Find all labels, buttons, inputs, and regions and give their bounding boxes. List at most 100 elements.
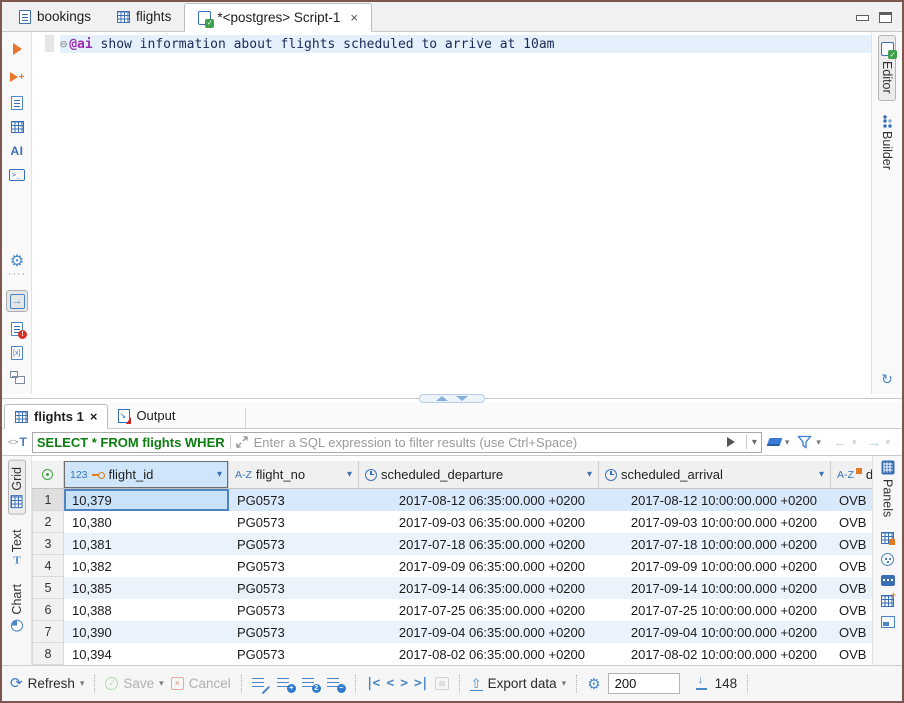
- apply-filter-icon[interactable]: [727, 437, 735, 447]
- table-row[interactable]: 510,385PG05732017-09-14 06:35:00.000 +02…: [32, 577, 872, 599]
- filter-history-caret-icon[interactable]: ▾: [752, 437, 757, 448]
- export-caret-icon[interactable]: ▾: [562, 678, 567, 689]
- expand-filter-icon[interactable]: [236, 436, 248, 448]
- row-number[interactable]: 7: [32, 621, 64, 643]
- column-header-d[interactable]: A-Zd▾: [831, 461, 872, 489]
- cell-flight_id[interactable]: 10,381: [64, 533, 229, 555]
- focus-row-button[interactable]: [435, 677, 449, 690]
- refresh-caret-icon[interactable]: ▾: [80, 678, 85, 689]
- cell-flight_id[interactable]: 10,394: [64, 643, 229, 665]
- column-header-flight_no[interactable]: A-Zflight_no▾: [229, 461, 359, 489]
- cell-d[interactable]: OVB: [831, 511, 872, 533]
- cell-flight_id[interactable]: 10,379: [64, 489, 229, 511]
- cell-flight_id[interactable]: 10,382: [64, 555, 229, 577]
- cell-flight_id[interactable]: 10,380: [64, 511, 229, 533]
- value-panel-icon[interactable]: [881, 532, 894, 544]
- tab-flights[interactable]: flights: [104, 2, 184, 31]
- column-filter-caret-icon[interactable]: ▾: [217, 469, 222, 480]
- cell-flight_no[interactable]: PG0573: [229, 621, 359, 643]
- horizontal-splitter[interactable]: [2, 394, 902, 403]
- cell-scheduled_arrival[interactable]: 2017-07-25 10:00:00.000 +0200: [599, 599, 831, 621]
- sash-up-icon[interactable]: [436, 396, 448, 401]
- close-results-tab-icon[interactable]: ×: [90, 409, 98, 424]
- execute-new-tab-button[interactable]: +: [2, 66, 32, 88]
- cell-scheduled_departure[interactable]: 2017-09-09 06:35:00.000 +0200: [359, 555, 599, 577]
- tab-grid-view[interactable]: Grid: [8, 460, 26, 515]
- cell-scheduled_arrival[interactable]: 2017-09-03 10:00:00.000 +0200: [599, 511, 831, 533]
- close-tab-icon[interactable]: ×: [350, 10, 358, 25]
- refresh-rotate-icon[interactable]: ↻: [881, 371, 893, 388]
- explain-plan-button[interactable]: [2, 366, 32, 388]
- aggregate-panel-icon[interactable]: [881, 575, 895, 586]
- cell-scheduled_arrival[interactable]: 2017-07-18 10:00:00.000 +0200: [599, 533, 831, 555]
- duplicate-row-button[interactable]: 2: [302, 677, 320, 691]
- minimize-icon[interactable]: [856, 15, 869, 21]
- cell-scheduled_departure[interactable]: 2017-09-14 06:35:00.000 +0200: [359, 577, 599, 599]
- cell-flight_id[interactable]: 10,390: [64, 621, 229, 643]
- delete-row-button[interactable]: −: [327, 677, 345, 691]
- tab-editor-vertical[interactable]: Editor: [878, 35, 896, 101]
- filter-funnel-icon[interactable]: [797, 435, 812, 449]
- cell-scheduled_departure[interactable]: 2017-09-03 06:35:00.000 +0200: [359, 511, 599, 533]
- cell-flight_no[interactable]: PG0573: [229, 533, 359, 555]
- tab-builder-vertical[interactable]: Builder: [879, 111, 895, 176]
- cell-flight_id[interactable]: 10,388: [64, 599, 229, 621]
- cell-d[interactable]: OVB: [831, 643, 872, 665]
- parameters-button[interactable]: [2, 342, 32, 364]
- last-page-button[interactable]: >|: [414, 676, 428, 691]
- table-row[interactable]: 610,388PG05732017-07-25 06:35:00.000 +02…: [32, 599, 872, 621]
- tab-panels[interactable]: Panels: [881, 461, 895, 517]
- select-all-corner-cell[interactable]: [32, 461, 64, 489]
- fetch-settings-gear-icon[interactable]: ⚙: [587, 675, 600, 693]
- ai-assistant-button[interactable]: AI: [2, 140, 32, 162]
- cell-flight_no[interactable]: PG0573: [229, 599, 359, 621]
- column-filter-caret-icon[interactable]: ▾: [819, 469, 824, 480]
- row-number[interactable]: 1: [32, 489, 64, 511]
- column-header-scheduled_departure[interactable]: scheduled_departure▾: [359, 461, 599, 489]
- edit-row-button[interactable]: [252, 677, 270, 691]
- error-log-button[interactable]: [2, 318, 32, 340]
- layout-panel-icon[interactable]: [881, 616, 895, 628]
- table-row[interactable]: 310,381PG05732017-07-18 06:35:00.000 +02…: [32, 533, 872, 555]
- cell-scheduled_arrival[interactable]: 2017-08-02 10:00:00.000 +0200: [599, 643, 831, 665]
- maximize-icon[interactable]: [879, 12, 892, 23]
- save-button[interactable]: ✓ Save ▾: [105, 676, 163, 691]
- sash-down-icon[interactable]: [456, 396, 468, 401]
- cell-scheduled_departure[interactable]: 2017-07-25 06:35:00.000 +0200: [359, 599, 599, 621]
- cell-d[interactable]: OVB: [831, 621, 872, 643]
- cell-flight_no[interactable]: PG0573: [229, 555, 359, 577]
- cell-d[interactable]: OVB: [831, 577, 872, 599]
- fold-icon[interactable]: ⊖: [60, 37, 67, 51]
- cell-d[interactable]: OVB: [831, 555, 872, 577]
- column-filter-caret-icon[interactable]: ▾: [587, 469, 592, 480]
- cell-d[interactable]: OVB: [831, 533, 872, 555]
- table-row[interactable]: 710,390PG05732017-09-04 06:35:00.000 +02…: [32, 621, 872, 643]
- cell-flight_no[interactable]: PG0573: [229, 643, 359, 665]
- tab-bookings[interactable]: bookings: [6, 2, 104, 31]
- add-row-button[interactable]: +: [277, 677, 295, 691]
- cell-d[interactable]: OVB: [831, 599, 872, 621]
- row-number[interactable]: 2: [32, 511, 64, 533]
- first-page-button[interactable]: |<: [366, 676, 380, 691]
- cell-flight_no[interactable]: PG0573: [229, 489, 359, 511]
- tab-chart-view[interactable]: Chart: [9, 578, 25, 638]
- row-number[interactable]: 8: [32, 643, 64, 665]
- tab-flights-1[interactable]: flights 1 ×: [4, 404, 108, 429]
- row-number[interactable]: 3: [32, 533, 64, 555]
- tab-output[interactable]: Output: [108, 403, 185, 428]
- refresh-button[interactable]: ⟳ Refresh ▾: [10, 676, 84, 691]
- cancel-button[interactable]: × Cancel: [171, 676, 231, 691]
- previous-page-button[interactable]: <: [386, 676, 393, 691]
- filter-input[interactable]: SELECT * FROM flights WHER Enter a SQL e…: [32, 432, 762, 453]
- sql-terminal-button[interactable]: >_: [2, 164, 32, 186]
- cell-flight_no[interactable]: PG0573: [229, 577, 359, 599]
- cell-d[interactable]: OVB: [831, 489, 872, 511]
- cell-scheduled_departure[interactable]: 2017-09-04 06:35:00.000 +0200: [359, 621, 599, 643]
- export-data-button[interactable]: ⇧ Export data ▾: [470, 676, 566, 691]
- funnel-caret-icon[interactable]: ▾: [816, 437, 821, 448]
- cell-scheduled_departure[interactable]: 2017-07-18 06:35:00.000 +0200: [359, 533, 599, 555]
- sql-editor-canvas[interactable]: ⊖ @ai show information about flights sch…: [32, 32, 871, 394]
- fetch-all-rows-icon[interactable]: [695, 677, 708, 690]
- execute-script-button[interactable]: [2, 92, 32, 114]
- table-row[interactable]: 210,380PG05732017-09-03 06:35:00.000 +02…: [32, 511, 872, 533]
